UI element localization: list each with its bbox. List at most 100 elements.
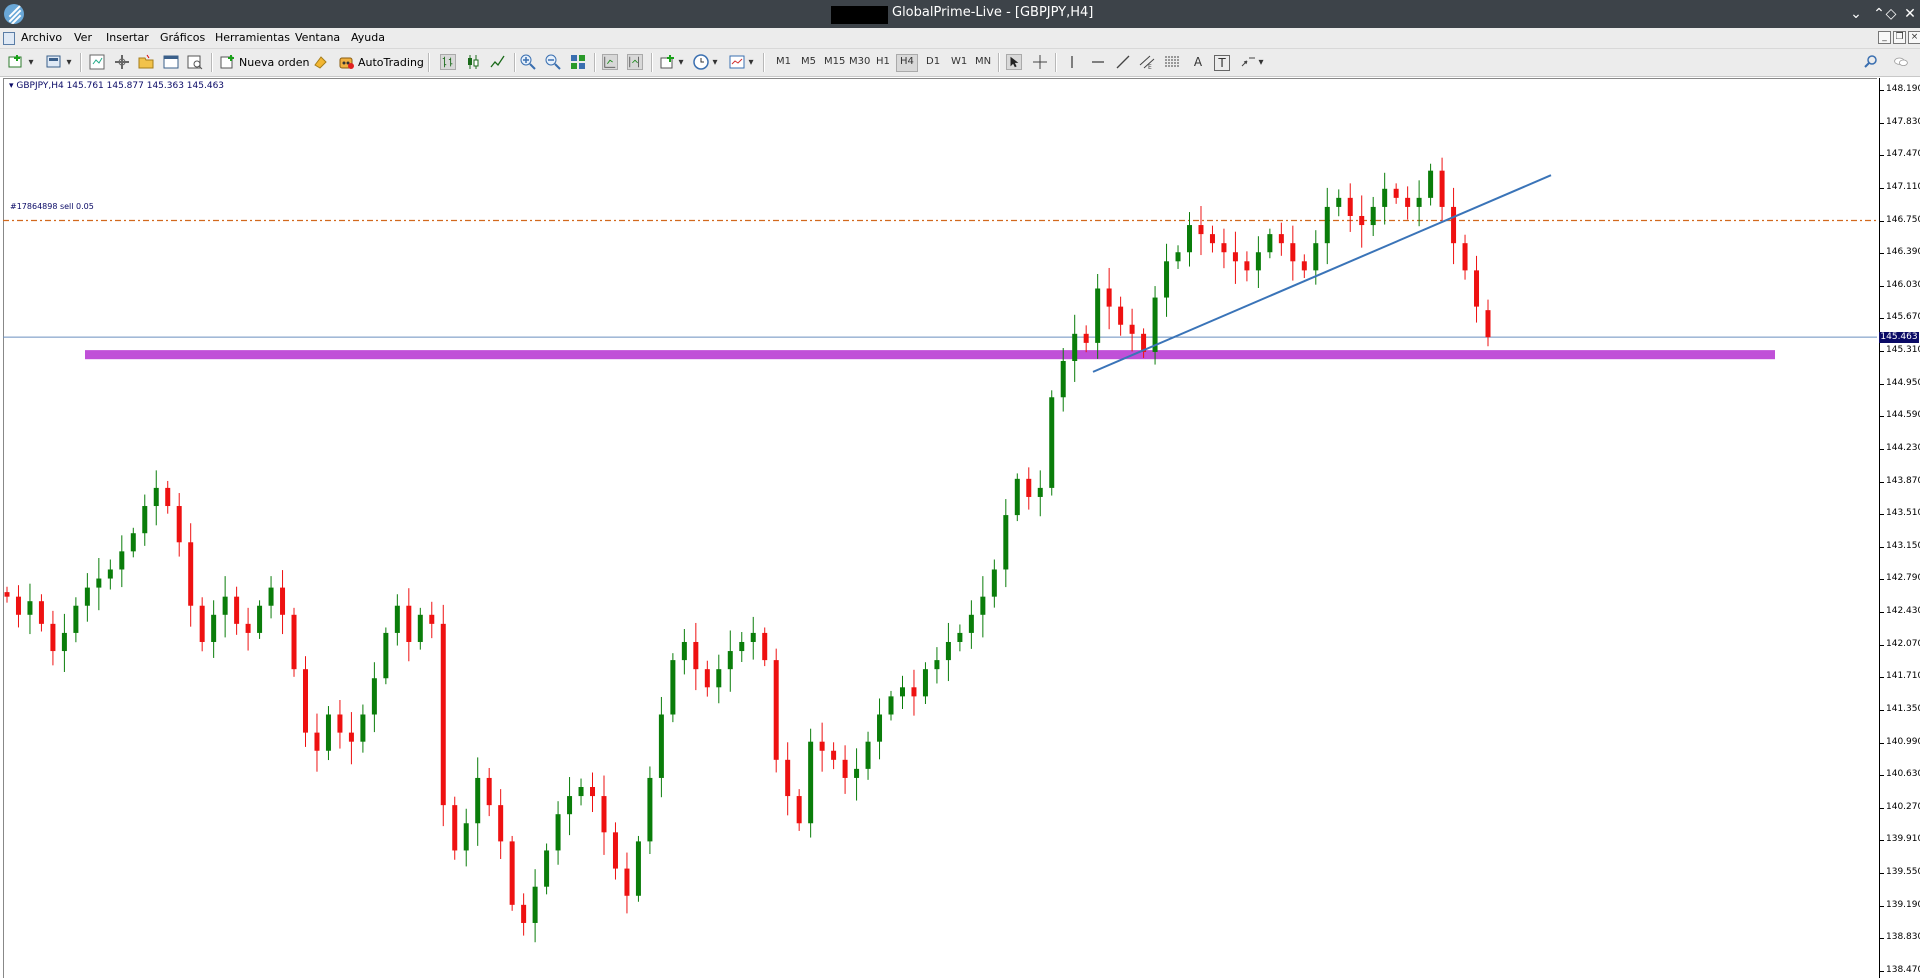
arrows-icon[interactable] bbox=[1240, 54, 1256, 70]
strategy-tester-icon[interactable] bbox=[187, 54, 203, 70]
candle-bull bbox=[750, 632, 756, 642]
timeframe-m1[interactable]: M1 bbox=[773, 54, 794, 70]
line-chart-icon[interactable] bbox=[490, 54, 506, 70]
candle-bull bbox=[1336, 197, 1342, 207]
timeframe-m30[interactable]: M30 bbox=[846, 54, 873, 70]
mdi-restore-icon[interactable]: ❐ bbox=[1893, 31, 1906, 44]
order-level-label: #17864898 sell 0.05 bbox=[10, 202, 94, 211]
timeframe-mn[interactable]: MN bbox=[972, 54, 994, 70]
autotrading-icon bbox=[339, 57, 354, 69]
candle-bull bbox=[325, 714, 331, 751]
new-chart-dropdown-icon[interactable]: ▾ bbox=[27, 52, 35, 72]
menu-ver[interactable]: Ver bbox=[74, 31, 92, 44]
timeframe-m15[interactable]: M15 bbox=[821, 54, 848, 70]
menu-archivo[interactable]: Archivo bbox=[21, 31, 62, 44]
candle-bear bbox=[4, 592, 10, 597]
chart-header-info: ▾ GBPJPY,H4 145.761 145.877 145.363 145.… bbox=[9, 81, 225, 91]
profiles-dropdown-icon[interactable]: ▾ bbox=[65, 52, 73, 72]
templates-icon[interactable] bbox=[729, 54, 745, 70]
new-chart-icon[interactable] bbox=[8, 54, 24, 70]
price-tick bbox=[1880, 938, 1884, 940]
navigator-icon[interactable] bbox=[138, 54, 154, 70]
text-label-tool-icon[interactable]: T bbox=[1214, 55, 1230, 71]
price-axis[interactable]: 148.190 147.830 147.470 147.110 146.750 146.3… bbox=[1879, 78, 1920, 978]
candle-bull bbox=[1014, 478, 1020, 516]
cursor-icon[interactable] bbox=[1006, 54, 1022, 70]
candle-bull bbox=[96, 578, 102, 588]
search-icon[interactable] bbox=[1863, 54, 1879, 70]
crosshair-icon[interactable] bbox=[1032, 54, 1048, 70]
menu-graficos[interactable]: Gráficos bbox=[160, 31, 205, 44]
candle-bull bbox=[1060, 361, 1066, 398]
terminal-icon[interactable] bbox=[163, 54, 179, 70]
channel-icon[interactable]: E bbox=[1139, 54, 1155, 70]
candle-bear bbox=[1393, 188, 1399, 198]
menu-insertar[interactable]: Insertar bbox=[106, 31, 149, 44]
templates-dropdown-icon[interactable]: ▾ bbox=[747, 52, 755, 72]
document-icon[interactable] bbox=[3, 32, 15, 45]
candle-bull bbox=[1095, 288, 1101, 343]
chart-shift-icon[interactable] bbox=[627, 54, 643, 70]
keep-above-icon[interactable]: ◇ bbox=[1881, 3, 1901, 25]
price-tick bbox=[1880, 971, 1884, 972]
timeframe-w1[interactable]: W1 bbox=[948, 54, 970, 70]
candle-bear bbox=[796, 796, 802, 824]
horizontal-line-icon[interactable] bbox=[1090, 54, 1106, 70]
candle-bear bbox=[486, 777, 492, 806]
menu-herramientas[interactable]: Herramientas bbox=[215, 31, 290, 44]
candle-bear bbox=[704, 669, 710, 688]
periods-icon[interactable] bbox=[693, 54, 709, 70]
candle-bull bbox=[578, 787, 584, 797]
indicators-icon[interactable] bbox=[660, 54, 676, 70]
text-tool-icon[interactable]: A bbox=[1191, 52, 1205, 72]
close-icon[interactable]: ✕ bbox=[1900, 3, 1920, 25]
timeframe-d1[interactable]: D1 bbox=[923, 54, 943, 70]
price-tick-label: 144.590 bbox=[1886, 410, 1920, 421]
new-order-button[interactable]: Nueva orden bbox=[220, 53, 310, 71]
profiles-icon[interactable] bbox=[46, 54, 62, 70]
price-tick bbox=[1880, 840, 1884, 842]
arrows-dropdown-icon[interactable]: ▾ bbox=[1257, 52, 1265, 72]
price-tick-label: 138.830 bbox=[1886, 932, 1920, 943]
metaeditor-icon[interactable] bbox=[313, 54, 329, 70]
zoom-in-icon[interactable] bbox=[520, 54, 536, 70]
fibonacci-icon[interactable] bbox=[1164, 54, 1180, 70]
bar-chart-icon[interactable] bbox=[440, 54, 456, 70]
candle-bear bbox=[15, 596, 21, 615]
candle-bull bbox=[647, 777, 653, 842]
trendline[interactable] bbox=[1092, 174, 1552, 373]
candle-bear bbox=[314, 732, 320, 751]
market-watch-icon[interactable] bbox=[89, 54, 105, 70]
autoscroll-icon[interactable] bbox=[602, 54, 618, 70]
mdi-close-icon[interactable]: × bbox=[1908, 31, 1920, 44]
vertical-line-icon[interactable] bbox=[1064, 54, 1080, 70]
candle-bull bbox=[211, 614, 217, 642]
tile-windows-icon[interactable] bbox=[570, 54, 586, 70]
indicators-dropdown-icon[interactable]: ▾ bbox=[677, 52, 685, 72]
candle-bull bbox=[681, 641, 687, 661]
data-window-icon[interactable] bbox=[114, 54, 130, 70]
zoom-out-icon[interactable] bbox=[545, 54, 561, 70]
chart-window[interactable]: ▾ GBPJPY,H4 145.761 145.877 145.363 145.… bbox=[3, 78, 1920, 978]
autotrading-button[interactable]: AutoTrading bbox=[338, 53, 424, 71]
price-tick-label: 138.470 bbox=[1886, 965, 1920, 975]
timeframe-m5[interactable]: M5 bbox=[798, 54, 819, 70]
support-zone-rectangle[interactable] bbox=[85, 350, 1775, 360]
price-tick bbox=[1880, 644, 1884, 646]
menu-ventana[interactable]: Ventana bbox=[295, 31, 340, 44]
minimize-icon[interactable]: ⌄ bbox=[1846, 3, 1866, 25]
price-tick-label: 145.670 bbox=[1886, 312, 1920, 323]
periods-dropdown-icon[interactable]: ▾ bbox=[711, 52, 719, 72]
candle-bull bbox=[153, 487, 159, 507]
timeframe-h1[interactable]: H1 bbox=[873, 54, 893, 70]
timeframe-h4[interactable]: H4 bbox=[896, 54, 918, 72]
trendline-icon[interactable] bbox=[1115, 54, 1131, 70]
chat-icon[interactable] bbox=[1893, 54, 1909, 70]
candlesticks-icon[interactable] bbox=[465, 54, 481, 70]
menu-ayuda[interactable]: Ayuda bbox=[351, 31, 385, 44]
mdi-minimize-icon[interactable]: _ bbox=[1878, 31, 1891, 44]
candle-bull bbox=[222, 596, 228, 615]
price-chart[interactable] bbox=[3, 78, 1877, 978]
candle-bull bbox=[463, 823, 469, 851]
candle-bull bbox=[371, 678, 377, 715]
